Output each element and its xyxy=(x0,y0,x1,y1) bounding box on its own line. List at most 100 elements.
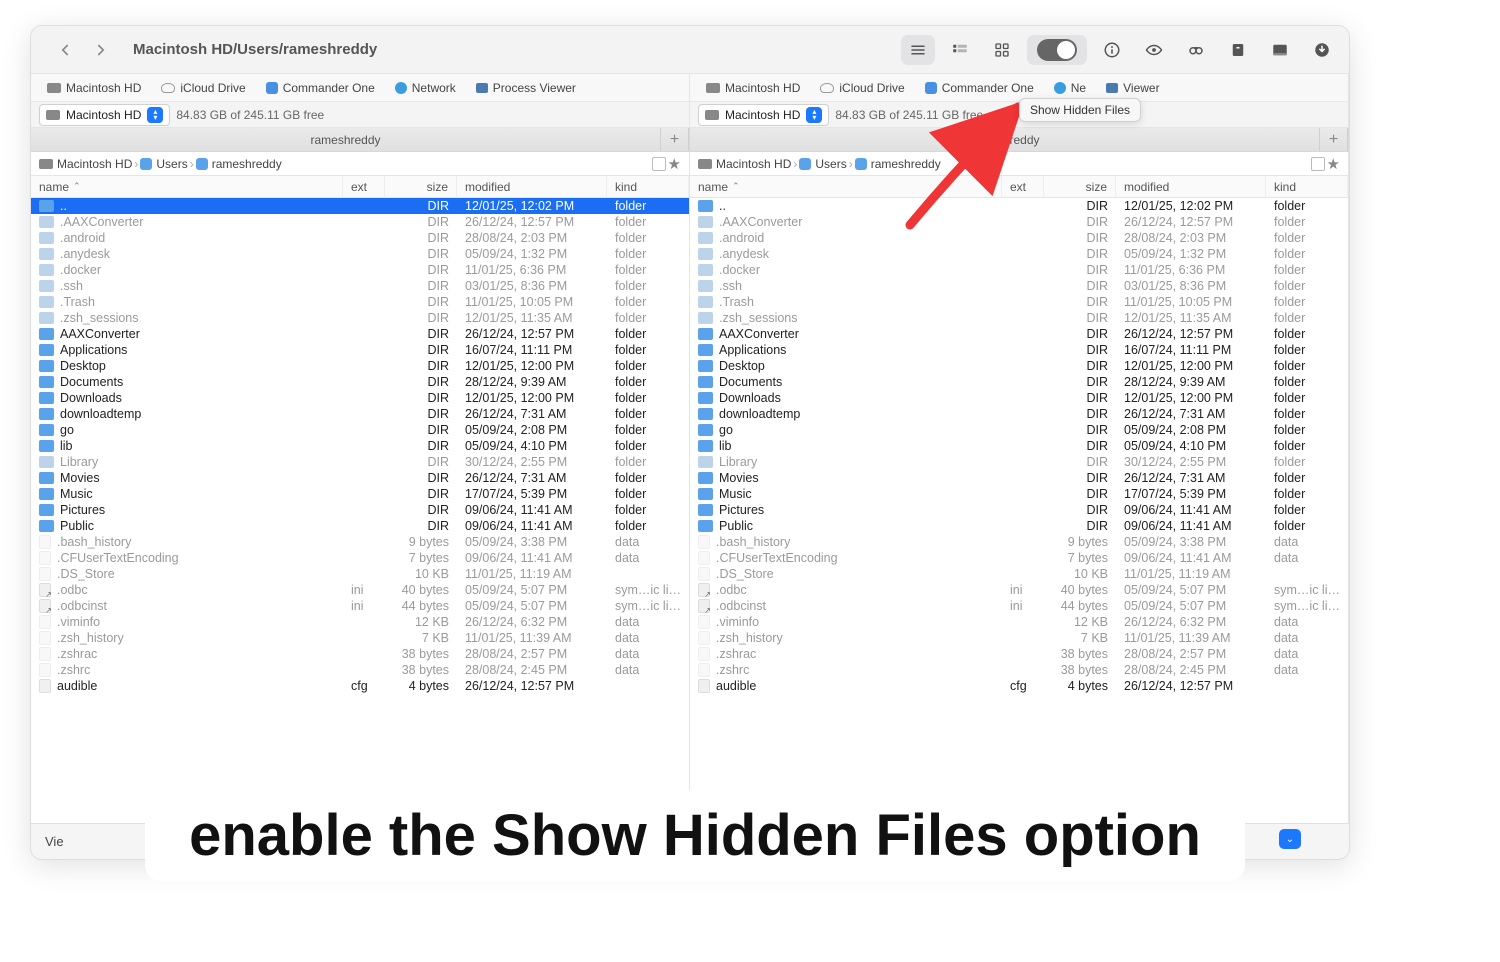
file-row[interactable]: MoviesDIR26/12/24, 7:31 AMfolder xyxy=(31,470,689,486)
file-row[interactable]: .viminfo12 KB26/12/24, 6:32 PMdata xyxy=(690,614,1348,630)
file-row[interactable]: .zshrac38 bytes28/08/24, 2:57 PMdata xyxy=(31,646,689,662)
drive-selector[interactable]: Macintosh HD ▴▾ xyxy=(39,104,170,126)
file-row[interactable]: .odbcini40 bytes05/09/24, 5:07 PMsym…ic … xyxy=(31,582,689,598)
file-row[interactable]: .zshrc38 bytes28/08/24, 2:45 PMdata xyxy=(690,662,1348,678)
breadcrumb-segment[interactable]: Macintosh HD xyxy=(39,157,132,171)
breadcrumb-segment[interactable]: Macintosh HD xyxy=(698,157,791,171)
favorite-item[interactable]: Commander One xyxy=(917,79,1042,97)
file-row[interactable]: .zsh_sessionsDIR12/01/25, 11:35 AMfolder xyxy=(31,310,689,326)
footer-view-button[interactable]: Vie xyxy=(45,834,64,849)
breadcrumb-segment[interactable]: Users xyxy=(799,157,846,171)
file-row[interactable]: DownloadsDIR12/01/25, 12:00 PMfolder xyxy=(31,390,689,406)
file-row[interactable]: LibraryDIR30/12/24, 2:55 PMfolder xyxy=(31,454,689,470)
file-row[interactable]: .sshDIR03/01/25, 8:36 PMfolder xyxy=(690,278,1348,294)
favorite-item[interactable]: iCloud Drive xyxy=(153,79,253,97)
file-row[interactable]: ..DIR12/01/25, 12:02 PMfolder xyxy=(31,198,689,214)
file-row[interactable]: PublicDIR09/06/24, 11:41 AMfolder xyxy=(31,518,689,534)
file-row[interactable]: goDIR05/09/24, 2:08 PMfolder xyxy=(690,422,1348,438)
file-row[interactable]: MoviesDIR26/12/24, 7:31 AMfolder xyxy=(690,470,1348,486)
favorite-item[interactable]: Commander One xyxy=(258,79,383,97)
drive-selector[interactable]: Macintosh HD ▴▾ xyxy=(698,104,829,126)
column-header-ext[interactable]: ext xyxy=(1002,176,1044,197)
file-list[interactable]: ..DIR12/01/25, 12:02 PMfolder.AAXConvert… xyxy=(31,198,689,823)
file-row[interactable]: ApplicationsDIR16/07/24, 11:11 PMfolder xyxy=(31,342,689,358)
file-row[interactable]: libDIR05/09/24, 4:10 PMfolder xyxy=(31,438,689,454)
favorite-item[interactable]: Network xyxy=(387,79,464,97)
column-header-size[interactable]: size xyxy=(385,176,457,197)
file-row[interactable]: DesktopDIR12/01/25, 12:00 PMfolder xyxy=(31,358,689,374)
file-row[interactable]: .CFUserTextEncoding7 bytes09/06/24, 11:4… xyxy=(31,550,689,566)
file-row[interactable]: .DS_Store10 KB11/01/25, 11:19 AM xyxy=(690,566,1348,582)
favorite-star-button[interactable]: ★ xyxy=(1327,155,1340,173)
favorite-item[interactable]: Macintosh HD xyxy=(698,79,808,97)
file-row[interactable]: goDIR05/09/24, 2:08 PMfolder xyxy=(31,422,689,438)
view-list-button[interactable] xyxy=(901,35,935,65)
file-row[interactable]: .anydeskDIR05/09/24, 1:32 PMfolder xyxy=(690,246,1348,262)
file-row[interactable]: .zsh_sessionsDIR12/01/25, 11:35 AMfolder xyxy=(690,310,1348,326)
file-row[interactable]: .CFUserTextEncoding7 bytes09/06/24, 11:4… xyxy=(690,550,1348,566)
info-button[interactable] xyxy=(1095,35,1129,65)
file-row[interactable]: .DS_Store10 KB11/01/25, 11:19 AM xyxy=(31,566,689,582)
file-row[interactable]: .sshDIR03/01/25, 8:36 PMfolder xyxy=(31,278,689,294)
file-row[interactable]: PicturesDIR09/06/24, 11:41 AMfolder xyxy=(690,502,1348,518)
file-row[interactable]: PublicDIR09/06/24, 11:41 AMfolder xyxy=(690,518,1348,534)
favorite-item[interactable]: Viewer xyxy=(1098,79,1167,97)
file-row[interactable]: MusicDIR17/07/24, 5:39 PMfolder xyxy=(690,486,1348,502)
file-row[interactable]: ApplicationsDIR16/07/24, 11:11 PMfolder xyxy=(690,342,1348,358)
file-row[interactable]: AAXConverterDIR26/12/24, 12:57 PMfolder xyxy=(31,326,689,342)
tab[interactable]: rameshreddy xyxy=(690,128,1320,151)
file-row[interactable]: .androidDIR28/08/24, 2:03 PMfolder xyxy=(690,230,1348,246)
search-button[interactable] xyxy=(1179,35,1213,65)
terminal-button[interactable] xyxy=(1263,35,1297,65)
breadcrumb-segment[interactable]: Users xyxy=(140,157,187,171)
file-row[interactable]: .zsh_history7 KB11/01/25, 11:39 AMdata xyxy=(690,630,1348,646)
column-header-mod[interactable]: modified xyxy=(457,176,607,197)
queue-button[interactable] xyxy=(1305,35,1339,65)
favorite-item[interactable]: Ne xyxy=(1046,79,1094,97)
file-row[interactable]: downloadtempDIR26/12/24, 7:31 AMfolder xyxy=(690,406,1348,422)
column-header-mod[interactable]: modified xyxy=(1116,176,1266,197)
file-row[interactable]: .dockerDIR11/01/25, 6:36 PMfolder xyxy=(31,262,689,278)
path-display[interactable]: Macintosh HD/Users/rameshreddy xyxy=(133,41,377,58)
view-columns-button[interactable] xyxy=(943,35,977,65)
breadcrumb-segment[interactable]: rameshreddy xyxy=(855,157,941,171)
column-header-kind[interactable]: kind xyxy=(1266,176,1348,197)
file-row[interactable]: .odbcinstini44 bytes05/09/24, 5:07 PMsym… xyxy=(690,598,1348,614)
archive-button[interactable] xyxy=(1221,35,1255,65)
file-row[interactable]: .zshrc38 bytes28/08/24, 2:45 PMdata xyxy=(31,662,689,678)
file-row[interactable]: .viminfo12 KB26/12/24, 6:32 PMdata xyxy=(31,614,689,630)
file-row[interactable]: AAXConverterDIR26/12/24, 12:57 PMfolder xyxy=(690,326,1348,342)
file-row[interactable]: DesktopDIR12/01/25, 12:00 PMfolder xyxy=(690,358,1348,374)
file-row[interactable]: LibraryDIR30/12/24, 2:55 PMfolder xyxy=(690,454,1348,470)
file-row[interactable]: .bash_history9 bytes05/09/24, 3:38 PMdat… xyxy=(31,534,689,550)
file-row[interactable]: .zshrac38 bytes28/08/24, 2:57 PMdata xyxy=(690,646,1348,662)
file-row[interactable]: .anydeskDIR05/09/24, 1:32 PMfolder xyxy=(31,246,689,262)
file-row[interactable]: .AAXConverterDIR26/12/24, 12:57 PMfolder xyxy=(31,214,689,230)
file-row[interactable]: ..DIR12/01/25, 12:02 PMfolder xyxy=(690,198,1348,214)
history-button[interactable] xyxy=(652,157,666,171)
file-row[interactable]: libDIR05/09/24, 4:10 PMfolder xyxy=(690,438,1348,454)
file-row[interactable]: DocumentsDIR28/12/24, 9:39 AMfolder xyxy=(31,374,689,390)
column-header-name[interactable]: name⌃ xyxy=(31,176,343,197)
tab-add-button[interactable]: + xyxy=(1320,128,1348,151)
file-row[interactable]: .odbcini40 bytes05/09/24, 5:07 PMsym…ic … xyxy=(690,582,1348,598)
file-row[interactable]: .bash_history9 bytes05/09/24, 3:38 PMdat… xyxy=(690,534,1348,550)
file-row[interactable]: .dockerDIR11/01/25, 6:36 PMfolder xyxy=(690,262,1348,278)
column-header-name[interactable]: name⌃ xyxy=(690,176,1002,197)
favorite-item[interactable]: iCloud Drive xyxy=(812,79,912,97)
favorite-item[interactable]: Process Viewer xyxy=(468,79,584,97)
file-row[interactable]: audiblecfg4 bytes26/12/24, 12:57 PM xyxy=(31,678,689,694)
tab-add-button[interactable]: + xyxy=(661,128,689,151)
column-header-size[interactable]: size xyxy=(1044,176,1116,197)
favorite-item[interactable]: Macintosh HD xyxy=(39,79,149,97)
view-grid-button[interactable] xyxy=(985,35,1019,65)
file-row[interactable]: downloadtempDIR26/12/24, 7:31 AMfolder xyxy=(31,406,689,422)
nav-forward-button[interactable] xyxy=(87,36,115,64)
file-row[interactable]: MusicDIR17/07/24, 5:39 PMfolder xyxy=(31,486,689,502)
file-row[interactable]: DocumentsDIR28/12/24, 9:39 AMfolder xyxy=(690,374,1348,390)
file-row[interactable]: .androidDIR28/08/24, 2:03 PMfolder xyxy=(31,230,689,246)
column-header-kind[interactable]: kind xyxy=(607,176,689,197)
breadcrumb-segment[interactable]: rameshreddy xyxy=(196,157,282,171)
show-hidden-toggle[interactable] xyxy=(1027,35,1087,65)
nav-back-button[interactable] xyxy=(51,36,79,64)
